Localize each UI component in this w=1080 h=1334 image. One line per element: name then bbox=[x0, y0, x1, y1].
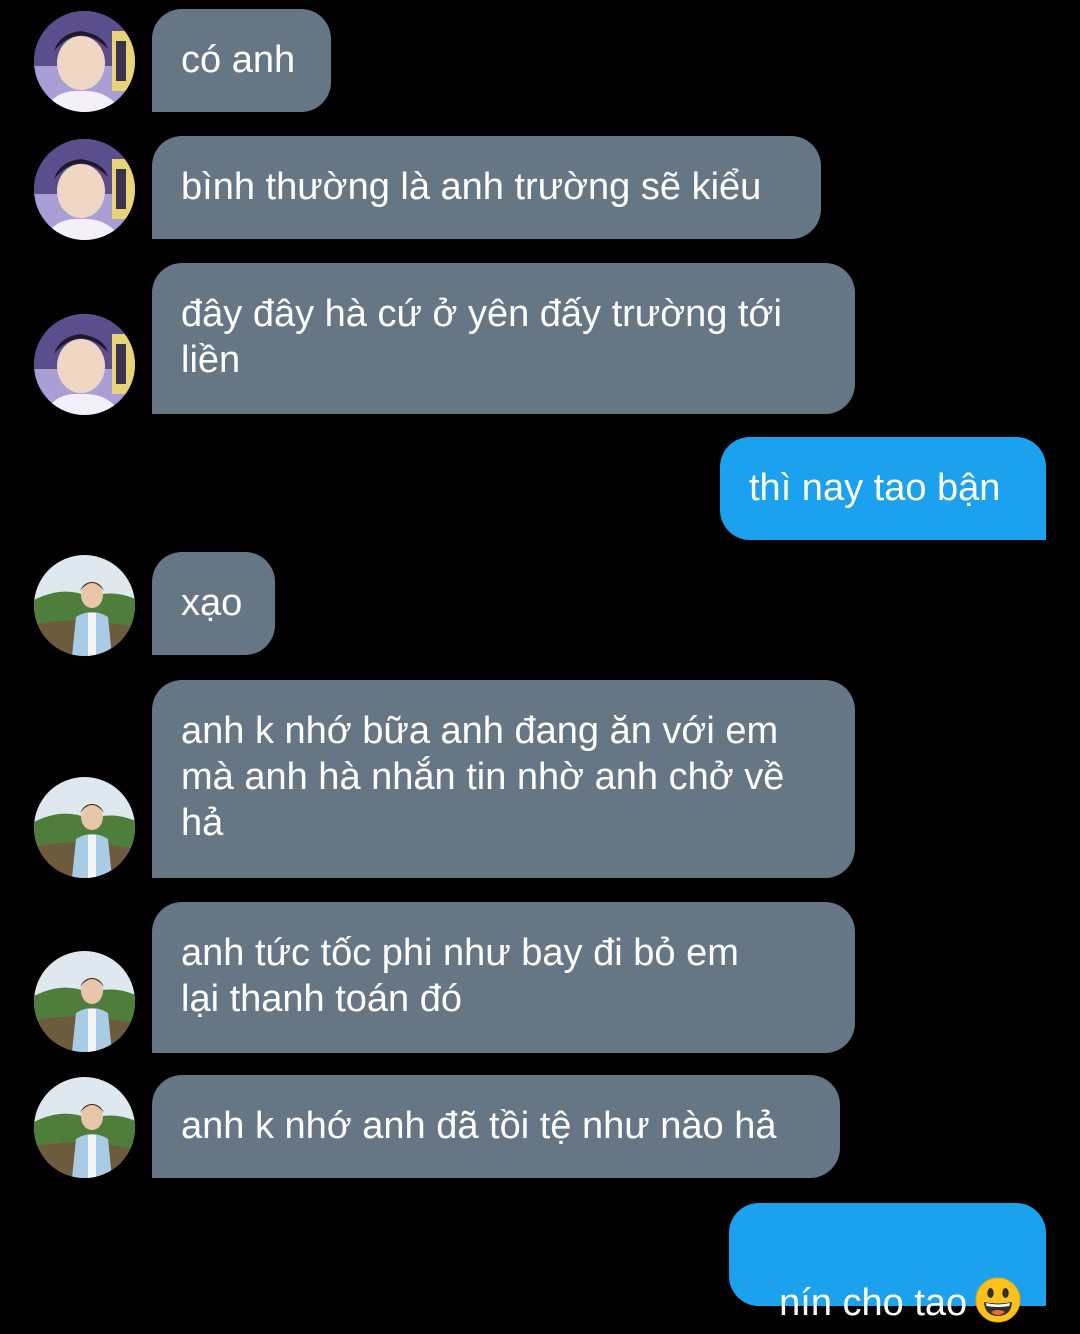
avatar-photo-indoor bbox=[34, 314, 135, 415]
contact-avatar[interactable] bbox=[34, 1077, 135, 1178]
avatar-photo-indoor bbox=[34, 139, 135, 240]
message-text: nín cho tao bbox=[779, 1282, 968, 1324]
received-message-bubble[interactable]: bình thường là anh trường sẽ kiểu bbox=[152, 136, 821, 239]
avatar-photo-outdoor bbox=[34, 1077, 135, 1178]
sent-message-bubble[interactable]: nín cho tao bbox=[729, 1203, 1046, 1324]
received-message-bubble[interactable]: anh tức tốc phi như bay đi bỏ em lại tha… bbox=[152, 902, 855, 1053]
avatar-photo-outdoor bbox=[34, 777, 135, 878]
grinning-face-emoji-icon bbox=[975, 1277, 1021, 1334]
contact-avatar[interactable] bbox=[34, 555, 135, 656]
contact-avatar[interactable] bbox=[34, 139, 135, 240]
sent-message-bubble[interactable]: thì nay tao bận bbox=[720, 437, 1046, 540]
contact-avatar[interactable] bbox=[34, 11, 135, 112]
contact-avatar[interactable] bbox=[34, 951, 135, 1052]
received-message-bubble[interactable]: xạo bbox=[152, 552, 275, 655]
avatar-photo-outdoor bbox=[34, 555, 135, 656]
received-message-bubble[interactable]: đây đây hà cứ ở yên đấy trường tới liền bbox=[152, 263, 855, 414]
received-message-bubble[interactable]: anh k nhớ bữa anh đang ăn với em mà anh … bbox=[152, 680, 855, 878]
contact-avatar[interactable] bbox=[34, 314, 135, 415]
avatar-photo-indoor bbox=[34, 11, 135, 112]
received-message-bubble[interactable]: có anh bbox=[152, 9, 331, 112]
avatar-photo-outdoor bbox=[34, 951, 135, 1052]
received-message-bubble[interactable]: anh k nhớ anh đã tồi tệ như nào hả bbox=[152, 1075, 840, 1178]
contact-avatar[interactable] bbox=[34, 777, 135, 878]
